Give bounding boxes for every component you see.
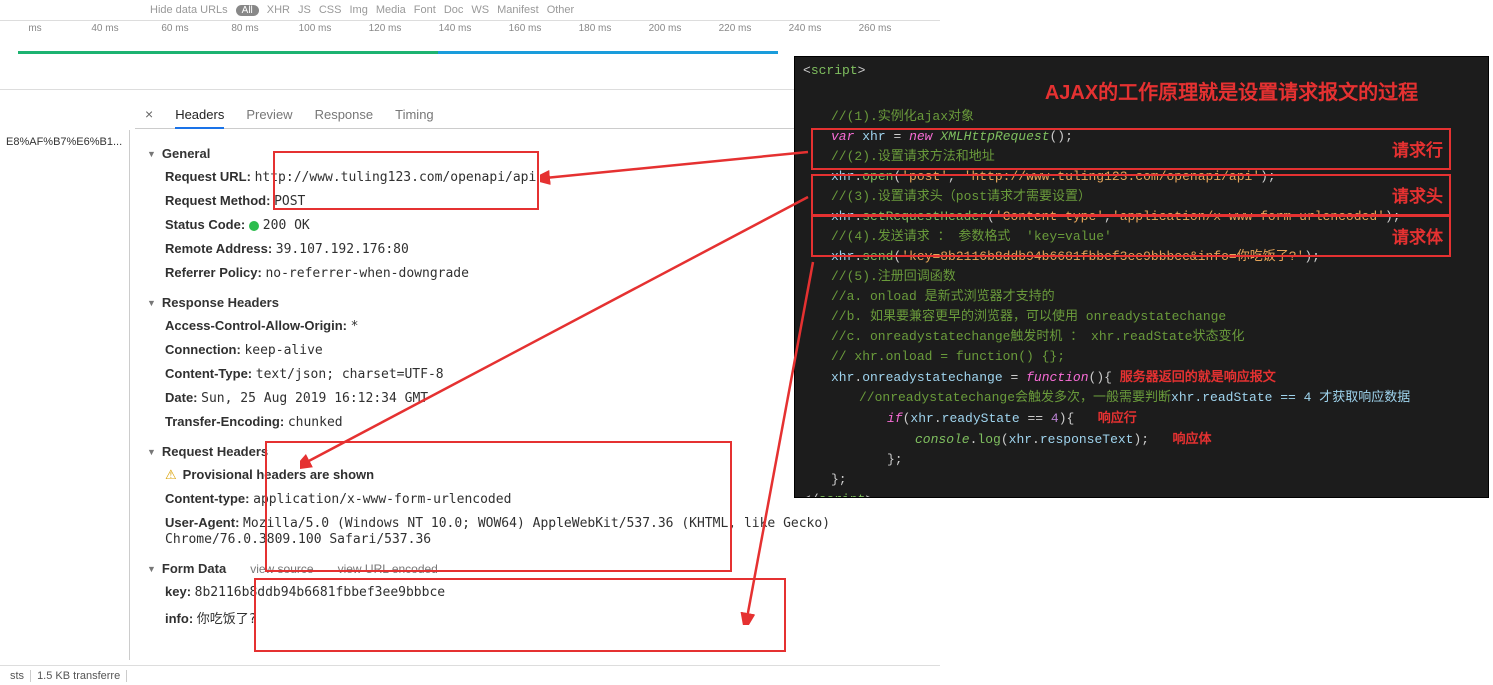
tab-headers[interactable]: Headers	[175, 107, 224, 129]
form-data-heading[interactable]: ▼ Form Data view source view URL encoded	[147, 561, 928, 576]
filter-media[interactable]: Media	[376, 4, 406, 16]
status-transferred: 1.5 KB transferre	[31, 670, 127, 682]
request-list: E8%AF%B7%E6%B1...	[0, 130, 130, 660]
form-key-row: key: 8b2116b8ddb94b6681fbbef3ee9bbbce	[147, 580, 928, 604]
filter-doc[interactable]: Doc	[444, 4, 464, 16]
general-heading-label: General	[162, 146, 210, 161]
view-url-encoded-link[interactable]: view URL encoded	[338, 562, 438, 576]
filter-js[interactable]: JS	[298, 4, 311, 16]
chevron-down-icon: ▼	[147, 149, 156, 159]
tab-timing[interactable]: Timing	[395, 107, 434, 122]
warning-icon: ⚠	[165, 467, 177, 482]
status-bar: sts 1.5 KB transferre	[0, 665, 940, 685]
view-source-link[interactable]: view source	[250, 562, 313, 576]
chevron-down-icon: ▼	[147, 298, 156, 308]
status-dot-icon	[249, 221, 259, 231]
code-snippet-panel: <script> AJAX的工作原理就是设置请求报文的过程 //(1).实例化a…	[794, 56, 1489, 498]
timeline-bar-secondary	[18, 51, 438, 54]
filter-other[interactable]: Other	[547, 4, 575, 16]
filter-font[interactable]: Font	[414, 4, 436, 16]
chevron-down-icon: ▼	[147, 564, 156, 574]
annotation-label-request-header: 请求头	[1392, 182, 1443, 207]
request-item[interactable]: E8%AF%B7%E6%B1...	[6, 134, 123, 150]
response-headers-label: Response Headers	[162, 295, 279, 310]
request-headers-label: Request Headers	[162, 444, 268, 459]
filter-xhr[interactable]: XHR	[267, 4, 290, 16]
filter-manifest[interactable]: Manifest	[497, 4, 539, 16]
chevron-down-icon: ▼	[147, 447, 156, 457]
filter-all[interactable]: All	[236, 5, 259, 16]
tab-response[interactable]: Response	[315, 107, 374, 122]
timeline-ticks: ms40 ms60 ms80 ms100 ms120 ms140 ms160 m…	[0, 21, 940, 34]
form-info-row: info: 你吃饭了?	[147, 604, 928, 631]
code-title: AJAX的工作原理就是设置请求报文的过程	[803, 81, 1480, 107]
filter-css[interactable]: CSS	[319, 4, 342, 16]
annotation-label-request-body: 请求体	[1392, 223, 1443, 248]
tab-preview[interactable]: Preview	[246, 107, 292, 122]
filter-ws[interactable]: WS	[471, 4, 489, 16]
filter-img[interactable]: Img	[349, 4, 367, 16]
user-agent-row: User-Agent: Mozilla/5.0 (Windows NT 10.0…	[147, 511, 928, 551]
close-icon[interactable]: ×	[145, 106, 153, 122]
network-filter-bar: Hide data URLs All XHR JS CSS Img Media …	[0, 0, 1493, 20]
status-requests: sts	[4, 670, 31, 682]
hide-urls-label: Hide data URLs	[150, 4, 228, 16]
annotation-label-request-line: 请求行	[1392, 136, 1443, 161]
form-data-label: Form Data	[162, 561, 226, 576]
